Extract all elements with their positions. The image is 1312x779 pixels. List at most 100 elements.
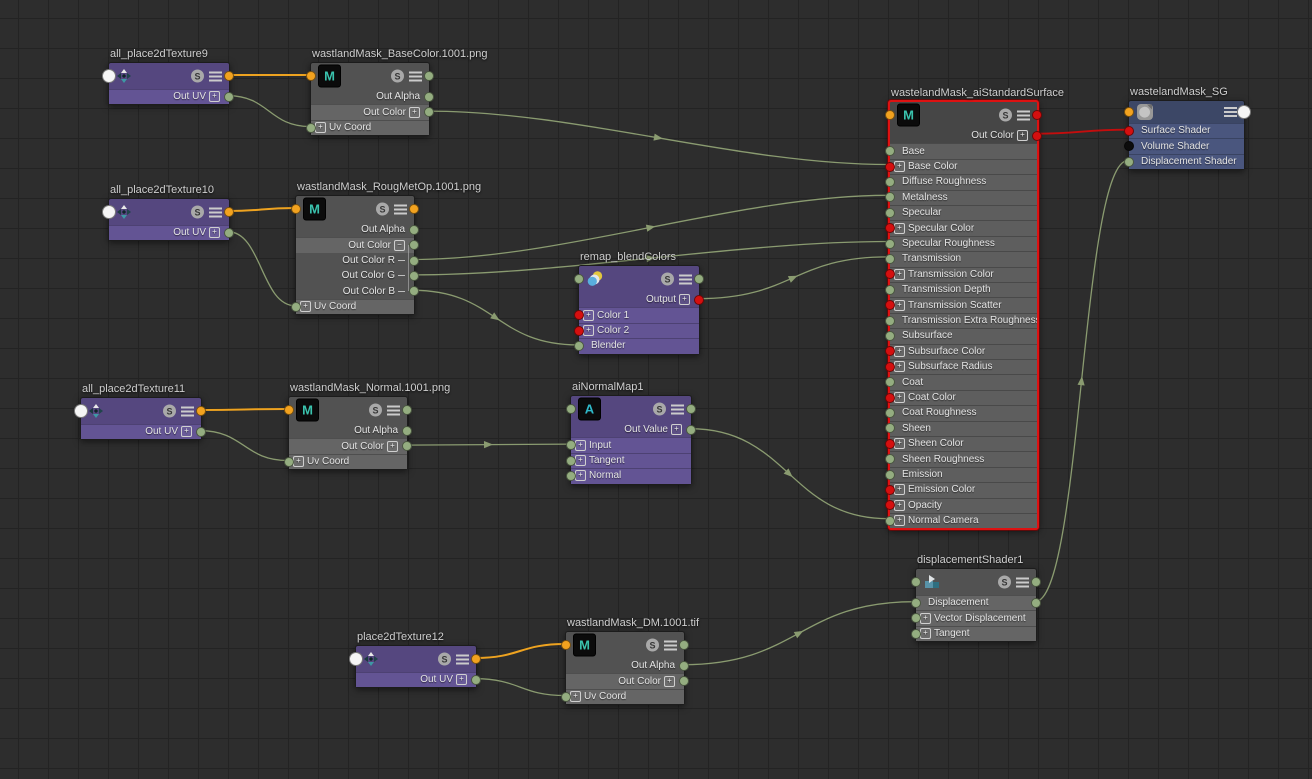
attr-row-diffuse_roughness[interactable]: Diffuse Roughness bbox=[890, 174, 1037, 189]
attr-row-sheen_roughness[interactable]: Sheen Roughness bbox=[890, 451, 1037, 466]
connections-list-icon[interactable] bbox=[671, 404, 684, 414]
node-normal[interactable]: wastlandMask_Normal.1001.pngMSOut AlphaO… bbox=[288, 396, 408, 470]
port-green[interactable] bbox=[679, 640, 689, 650]
attr-row-transmission_depth[interactable]: Transmission Depth bbox=[890, 282, 1037, 297]
attr-row-subsurface[interactable]: Subsurface bbox=[890, 328, 1037, 343]
attr-row-color1[interactable]: +Color 1 bbox=[579, 307, 699, 322]
port-green[interactable] bbox=[424, 71, 434, 81]
attr-row-specular_roughness[interactable]: Specular Roughness bbox=[890, 236, 1037, 251]
attr-row-out_alpha[interactable]: Out Alpha bbox=[289, 423, 407, 438]
port-white[interactable] bbox=[74, 404, 88, 418]
node-header[interactable]: S bbox=[916, 569, 1036, 595]
port-orange[interactable] bbox=[471, 654, 481, 664]
port-white[interactable] bbox=[1237, 105, 1251, 119]
node-header[interactable]: S bbox=[81, 398, 201, 424]
attr-row-out_color[interactable]: Out Color+ bbox=[289, 438, 407, 453]
port-green[interactable] bbox=[409, 240, 419, 250]
expand-icon[interactable]: + bbox=[664, 676, 675, 687]
node-header[interactable]: S bbox=[579, 266, 699, 292]
node-p2d11[interactable]: all_place2dTexture11SOut UV+ bbox=[80, 397, 202, 440]
node-header[interactable]: MS bbox=[289, 397, 407, 423]
expand-icon[interactable]: + bbox=[894, 346, 905, 357]
node-header[interactable]: MS bbox=[566, 632, 684, 658]
port-orange[interactable] bbox=[196, 406, 206, 416]
attr-row-coat_roughness[interactable]: Coat Roughness bbox=[890, 405, 1037, 420]
attr-row-out_uv[interactable]: Out UV+ bbox=[356, 672, 476, 687]
connections-list-icon[interactable] bbox=[679, 274, 692, 284]
attr-row-out_color[interactable]: Out Color+ bbox=[566, 673, 684, 688]
node-dm[interactable]: wastlandMask_DM.1001.tifMSOut AlphaOut C… bbox=[565, 631, 685, 705]
attr-row-out_alpha[interactable]: Out Alpha bbox=[296, 222, 414, 237]
port-green[interactable] bbox=[409, 225, 419, 235]
port-red[interactable] bbox=[885, 362, 895, 372]
port-red[interactable] bbox=[1124, 126, 1134, 136]
expand-icon[interactable]: + bbox=[570, 691, 581, 702]
attr-row-normal_camera[interactable]: +Normal Camera bbox=[890, 513, 1037, 528]
attr-row-surface_shader[interactable]: Surface Shader bbox=[1129, 123, 1244, 138]
attr-row-out_color_g[interactable]: Out Color G bbox=[296, 268, 414, 283]
node-header[interactable]: S bbox=[356, 646, 476, 672]
port-green[interactable] bbox=[424, 92, 434, 102]
attr-row-vector_displacement[interactable]: +Vector Displacement bbox=[916, 610, 1036, 625]
port-green[interactable] bbox=[196, 427, 206, 437]
port-red[interactable] bbox=[694, 295, 704, 305]
port-red[interactable] bbox=[1032, 110, 1042, 120]
attr-row-out_uv[interactable]: Out UV+ bbox=[109, 225, 229, 240]
connections-list-icon[interactable] bbox=[209, 71, 222, 81]
attr-row-out_uv[interactable]: Out UV+ bbox=[109, 89, 229, 104]
expand-icon[interactable]: + bbox=[181, 426, 192, 437]
expand-icon[interactable]: + bbox=[209, 227, 220, 238]
expand-icon[interactable]: + bbox=[679, 294, 690, 305]
attr-row-specular[interactable]: Specular bbox=[890, 205, 1037, 220]
attr-row-specular_color[interactable]: +Specular Color bbox=[890, 220, 1037, 235]
port-red[interactable] bbox=[885, 485, 895, 495]
node-header[interactable]: AS bbox=[571, 396, 691, 422]
port-green[interactable] bbox=[885, 408, 895, 418]
expand-icon[interactable]: + bbox=[894, 161, 905, 172]
attr-row-displacement[interactable]: Displacement bbox=[916, 595, 1036, 610]
connections-list-icon[interactable] bbox=[1016, 577, 1029, 587]
port-green[interactable] bbox=[409, 286, 419, 296]
attr-row-out_alpha[interactable]: Out Alpha bbox=[311, 89, 429, 104]
port-green[interactable] bbox=[885, 285, 895, 295]
attr-row-out_color_b[interactable]: Out Color B bbox=[296, 284, 414, 299]
attr-row-transmission[interactable]: Transmission bbox=[890, 251, 1037, 266]
attr-row-subsurface_color[interactable]: +Subsurface Color bbox=[890, 344, 1037, 359]
port-green[interactable] bbox=[284, 457, 294, 467]
port-green[interactable] bbox=[885, 177, 895, 187]
expand-icon[interactable]: + bbox=[920, 613, 931, 624]
connections-list-icon[interactable] bbox=[181, 406, 194, 416]
node-header[interactable]: MS bbox=[890, 102, 1037, 128]
port-green[interactable] bbox=[471, 675, 481, 685]
port-green[interactable] bbox=[1124, 157, 1134, 167]
node-aiss[interactable]: wastelandMask_aiStandardSurfaceMSOut Col… bbox=[888, 100, 1039, 530]
port-green[interactable] bbox=[409, 256, 419, 266]
expand-icon[interactable]: + bbox=[1017, 130, 1028, 141]
expand-icon[interactable]: + bbox=[894, 223, 905, 234]
port-green[interactable] bbox=[424, 107, 434, 117]
port-green[interactable] bbox=[679, 661, 689, 671]
port-orange[interactable] bbox=[885, 110, 895, 120]
node-disp[interactable]: displacementShader1SDisplacement+Vector … bbox=[915, 568, 1037, 642]
port-green[interactable] bbox=[224, 228, 234, 238]
expand-icon[interactable]: + bbox=[456, 674, 467, 685]
port-green[interactable] bbox=[679, 676, 689, 686]
attr-row-uv[interactable]: +Uv Coord bbox=[289, 454, 407, 469]
port-green[interactable] bbox=[1031, 598, 1041, 608]
expand-icon[interactable]: + bbox=[315, 122, 326, 133]
attr-row-normal[interactable]: +Normal bbox=[571, 468, 691, 483]
port-green[interactable] bbox=[409, 271, 419, 281]
port-green[interactable] bbox=[686, 425, 696, 435]
port-orange[interactable] bbox=[561, 640, 571, 650]
expand-icon[interactable]: + bbox=[894, 438, 905, 449]
expand-icon[interactable]: + bbox=[583, 310, 594, 321]
port-green[interactable] bbox=[574, 274, 584, 284]
port-white[interactable] bbox=[102, 69, 116, 83]
connections-list-icon[interactable] bbox=[409, 71, 422, 81]
port-green[interactable] bbox=[574, 341, 584, 351]
expand-icon[interactable]: + bbox=[209, 91, 220, 102]
attr-row-tangent[interactable]: +Tangent bbox=[916, 626, 1036, 641]
port-green[interactable] bbox=[885, 208, 895, 218]
port-orange[interactable] bbox=[284, 405, 294, 415]
attr-row-emission[interactable]: Emission bbox=[890, 467, 1037, 482]
